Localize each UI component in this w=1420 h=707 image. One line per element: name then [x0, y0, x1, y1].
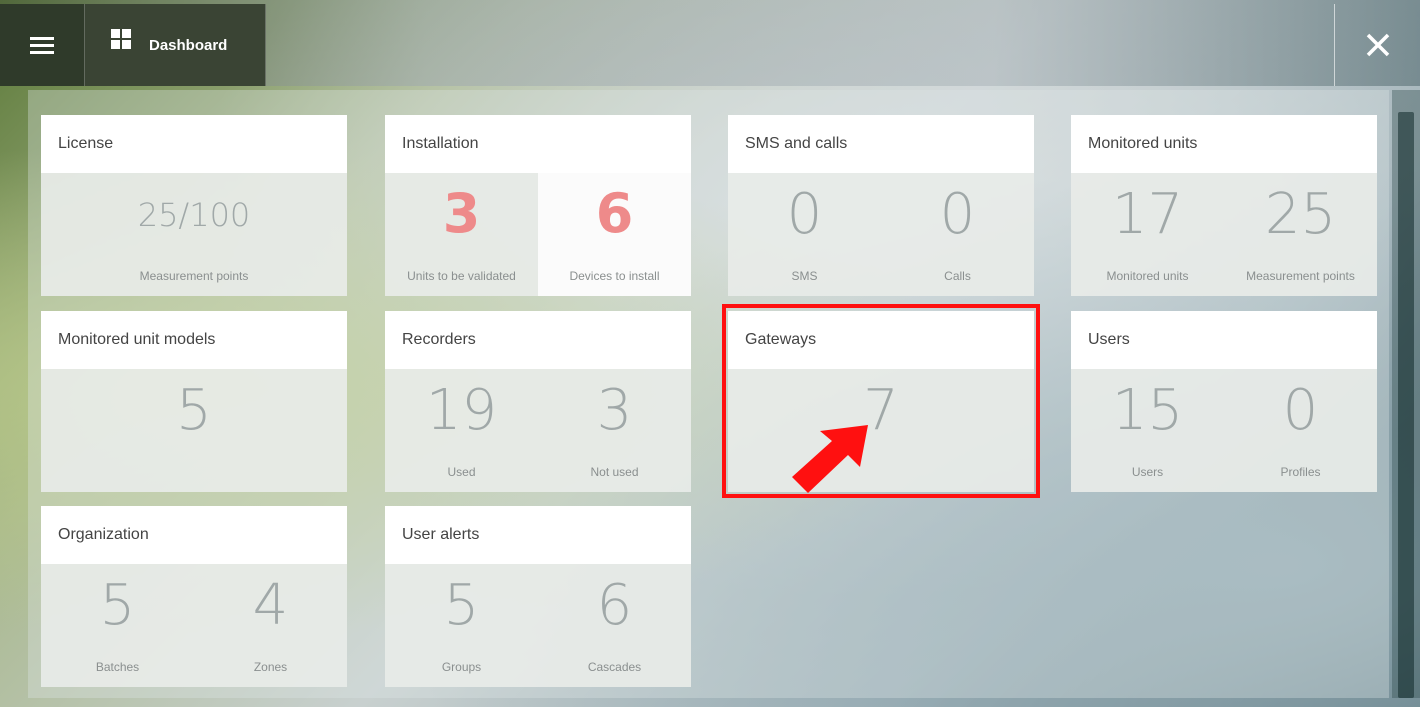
- users-label: Users: [1131, 465, 1164, 479]
- installation-card[interactable]: Installation 3 Units to be validated 6 D…: [385, 115, 691, 296]
- devices-to-install-label: Devices to install: [569, 269, 660, 283]
- cascades-label: Cascades: [587, 660, 642, 674]
- user-alerts-card[interactable]: User alerts 5 Groups 6 Cascades: [385, 506, 691, 687]
- license-label: Measurement points: [139, 269, 249, 283]
- profiles-label: Profiles: [1280, 465, 1321, 479]
- measurement-points-value: 25: [1264, 182, 1337, 247]
- measurement-points-label: Measurement points: [1246, 269, 1355, 283]
- batches-label: Batches: [95, 660, 140, 674]
- profiles-value: 0: [1282, 378, 1319, 443]
- cascades-value: 6: [596, 573, 633, 638]
- zones-value: 4: [252, 573, 289, 638]
- card-title: License: [41, 115, 347, 173]
- card-title: SMS and calls: [728, 115, 1034, 173]
- close-icon: [1366, 33, 1389, 57]
- groups-value: 5: [443, 573, 480, 638]
- calls-label: Calls: [944, 269, 971, 283]
- hamburger-icon: [30, 33, 54, 58]
- devices-to-install-cell[interactable]: 6 Devices to install: [538, 173, 691, 296]
- dashboard-title: Dashboard: [149, 36, 228, 54]
- organization-card[interactable]: Organization 5 Batches 4 Zones: [41, 506, 347, 687]
- used-value: 19: [425, 378, 498, 443]
- sms-label: SMS: [791, 269, 818, 283]
- zones-label: Zones: [253, 660, 288, 674]
- card-title: User alerts: [385, 506, 691, 564]
- card-title: Monitored units: [1071, 115, 1377, 173]
- monitored-units-value: 17: [1111, 182, 1184, 247]
- card-title: Recorders: [385, 311, 691, 369]
- sms-and-calls-card[interactable]: SMS and calls 0 SMS 0 Calls: [728, 115, 1034, 296]
- users-card[interactable]: Users 15 Users 0 Profiles: [1071, 311, 1377, 492]
- gateways-highlight-box: [722, 304, 1040, 498]
- calls-value: 0: [939, 182, 976, 247]
- card-title: Users: [1071, 311, 1377, 369]
- batches-value: 5: [99, 573, 136, 638]
- users-value: 15: [1111, 378, 1184, 443]
- scrollbar-thumb[interactable]: [1398, 112, 1414, 698]
- monitored-unit-models-value: 5: [176, 378, 212, 443]
- hamburger-menu-button[interactable]: [0, 4, 85, 86]
- units-to-be-validated-value: 3: [442, 182, 481, 245]
- card-title: Monitored unit models: [41, 311, 347, 369]
- groups-label: Groups: [441, 660, 482, 674]
- dashboard-grid-icon: [111, 29, 131, 49]
- recorders-card[interactable]: Recorders 19 Used 3 Not used: [385, 311, 691, 492]
- devices-to-install-value: 6: [595, 182, 634, 245]
- monitored-units-card[interactable]: Monitored units 17 Monitored units 25 Me…: [1071, 115, 1377, 296]
- not-used-value: 3: [596, 378, 633, 443]
- card-title: Organization: [41, 506, 347, 564]
- license-card[interactable]: License 25/100 Measurement points: [41, 115, 347, 296]
- dashboard-tab[interactable]: Dashboard: [85, 4, 266, 86]
- pointer-arrow-icon: [792, 425, 868, 493]
- license-value: 25/100: [137, 196, 251, 234]
- sms-value: 0: [786, 182, 823, 247]
- monitored-units-label: Monitored units: [1106, 269, 1189, 283]
- units-to-be-validated-label: Units to be validated: [407, 269, 516, 283]
- card-title: Installation: [385, 115, 691, 173]
- close-button[interactable]: [1334, 4, 1420, 86]
- not-used-label: Not used: [590, 465, 639, 479]
- used-label: Used: [447, 465, 476, 479]
- monitored-unit-models-card[interactable]: Monitored unit models 5: [41, 311, 347, 492]
- units-to-be-validated-cell[interactable]: 3 Units to be validated: [385, 173, 538, 296]
